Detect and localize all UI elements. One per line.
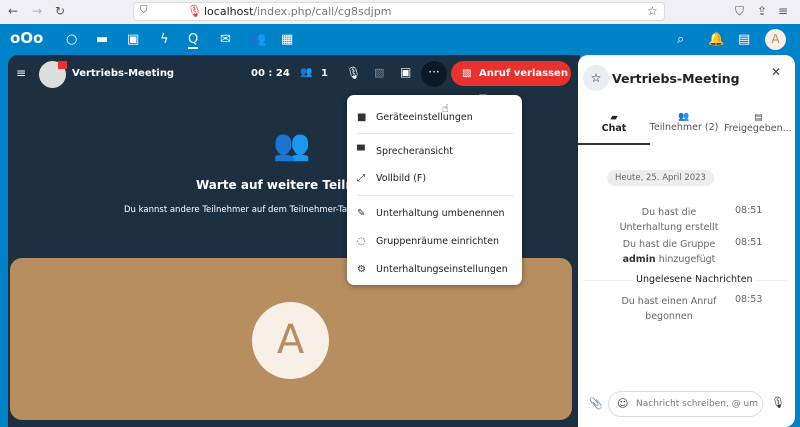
message-text: Du hast einen Anruf <box>621 296 717 307</box>
participant-avatar: A <box>252 302 329 379</box>
pocket-icon[interactable]: ⛉ <box>735 4 744 19</box>
calendar-icon[interactable]: ▦ <box>281 32 293 47</box>
call-duration: 00 : 24 <box>251 68 290 79</box>
talk-icon[interactable]: Q <box>188 32 199 49</box>
activity-icon[interactable]: ϟ <box>160 32 169 47</box>
folder-icon: ▤ <box>754 112 763 123</box>
browser-toolbar: ← → ↻ localhost/index.php/call/cg8sdjpm … <box>0 0 800 24</box>
files-icon[interactable]: ▬ <box>96 32 108 47</box>
chat-icon: ▰ <box>610 112 618 123</box>
more-actions-menu: ■ Geräteeinstellungen ▀ Sprecheransicht ⤢ V… <box>347 95 522 285</box>
divider <box>357 195 513 196</box>
system-message: Du hast die Unterhaltung erstellt <box>613 205 725 235</box>
participants-placeholder-icon: 👥 <box>273 128 311 163</box>
camera-off-icon[interactable]: ▧ <box>374 66 384 79</box>
recording-badge <box>58 61 67 69</box>
menu-item-label: Unterhaltung umbenennen <box>376 208 505 219</box>
mail-icon[interactable]: ✉ <box>220 32 231 47</box>
camera-off-icon: ▧ <box>462 68 472 79</box>
leave-call-button[interactable]: ▧Anruf verlassen ▼ <box>451 61 571 104</box>
url-path: /index.php/call/cg8sdjpm <box>253 5 392 18</box>
photos-icon[interactable]: ▣ <box>127 32 139 47</box>
url-host: localhost <box>204 5 254 18</box>
tab-chat[interactable]: ▰ Chat <box>578 110 650 145</box>
hamburger-icon[interactable]: ≡ <box>16 66 26 80</box>
message-text: begonnen <box>645 311 693 322</box>
waiting-title: Warte auf weitere Teilneh <box>196 178 371 192</box>
url-bar[interactable]: localhost/index.php/call/cg8sdjpm <box>133 2 665 21</box>
message-text: Du hast die <box>641 207 697 218</box>
menu-item-label: Unterhaltungseinstellungen <box>376 264 508 275</box>
mouse-cursor-icon: ☝ <box>442 102 449 115</box>
bookmark-star-icon[interactable]: ☆ <box>647 4 658 18</box>
microphone-icon[interactable]: 🎙 <box>346 66 361 80</box>
video-camera-icon: ■ <box>357 112 367 123</box>
microphone-icon[interactable]: 🎙 <box>771 396 785 409</box>
pencil-icon: ✎ <box>357 208 366 219</box>
menu-item-rename[interactable]: ✎ Unterhaltung umbenennen <box>347 208 522 219</box>
menu-item-label: Sprecheransicht <box>376 146 453 157</box>
dashboard-icon[interactable]: ○ <box>66 32 77 47</box>
user-avatar[interactable]: A <box>765 29 786 50</box>
favorite-star-icon[interactable]: ☆ <box>583 65 609 91</box>
waiting-subtitle: Du kannst andere Teilnehmer auf dem Teil… <box>124 205 348 215</box>
tab-label: Teilnehmer (2) <box>649 122 719 133</box>
breakout-rooms-icon: ◌ <box>357 236 366 247</box>
fullscreen-icon: ⤢ <box>357 173 365 184</box>
menu-item-device-settings[interactable]: ■ Geräteeinstellungen <box>347 112 522 123</box>
nextcloud-header: oOo ○ ▬ ▣ ϟ Q ✉ 👥 ▦ ⌕ 🔔 ▤ A <box>0 24 800 55</box>
tab-label: Freigegeben... <box>724 123 792 134</box>
message-text: Du hast die Gruppe <box>622 239 716 250</box>
emoji-icon[interactable]: ☺ <box>617 397 628 410</box>
gear-icon: ⚙ <box>357 264 366 275</box>
system-message: Du hast einen Anruf begonnen <box>613 294 725 324</box>
menu-item-label: Gruppenräume einrichten <box>376 236 499 247</box>
tab-label: Chat <box>601 123 627 134</box>
microphone-icon[interactable]: 🎙 <box>187 4 202 18</box>
message-text: hinzugefügt <box>655 254 716 265</box>
date-separator: Heute, 25. April 2023 <box>607 170 714 186</box>
menu-item-fullscreen[interactable]: ⤢ Vollbild (F) <box>347 173 522 184</box>
message-time: 08:51 <box>735 237 763 248</box>
message-time: 08:51 <box>735 205 763 216</box>
system-message: Du hast die Gruppe admin hinzugefügt <box>613 237 725 267</box>
nextcloud-logo-icon[interactable]: oOo <box>10 29 43 47</box>
message-placeholder: Nachricht schreiben, @ um <box>636 399 759 409</box>
search-icon[interactable]: ⌕ <box>677 32 684 47</box>
screen-share-icon[interactable]: ▣ <box>400 65 411 79</box>
conversation-sidebar: ☆ Vertriebs-Meeting ✕ ▰ Chat 👥 Teilnehmer … <box>578 55 795 427</box>
message-input[interactable]: ☺ Nachricht schreiben, @ um <box>608 391 763 417</box>
conversation-avatar <box>39 61 67 88</box>
sidebar-title: Vertriebs-Meeting <box>612 71 740 86</box>
participants-icon: 👥 <box>678 112 690 122</box>
menu-item-breakout-rooms[interactable]: ◌ Gruppenräume einrichten <box>347 236 522 247</box>
contacts-icon[interactable]: 👥 <box>250 32 266 47</box>
tab-shared[interactable]: ▤ Freigegeben... <box>720 112 800 134</box>
shield-icon[interactable]: ⛉ <box>140 5 148 16</box>
menu-item-speaker-view[interactable]: ▀ Sprecheransicht <box>347 146 522 157</box>
divider <box>357 133 513 134</box>
mention: admin <box>622 254 656 265</box>
call-title: Vertriebs-Meeting <box>72 68 175 79</box>
menu-item-conversation-settings[interactable]: ⚙ Unterhaltungseinstellungen <box>347 264 522 275</box>
attachment-icon[interactable]: 📎 <box>589 397 603 410</box>
close-icon[interactable]: ✕ <box>771 65 781 79</box>
message-time: 08:53 <box>735 294 763 305</box>
more-actions-button[interactable]: ··· <box>421 61 447 87</box>
contacts-menu-icon[interactable]: ▤ <box>738 32 750 47</box>
reload-icon[interactable]: ↻ <box>55 4 65 18</box>
message-text: Unterhaltung erstellt <box>619 222 719 233</box>
menu-item-label: Vollbild (F) <box>376 173 427 184</box>
participant-count: 1 <box>321 68 328 79</box>
extensions-icon[interactable]: ⇪ <box>757 4 767 18</box>
menu-icon[interactable]: ≡ <box>778 4 788 18</box>
back-icon[interactable]: ← <box>8 4 18 18</box>
tab-participants[interactable]: 👥 Teilnehmer (2) <box>648 112 720 133</box>
menu-item-label: Geräteeinstellungen <box>376 112 473 123</box>
forward-icon[interactable]: → <box>32 4 42 18</box>
notifications-icon[interactable]: 🔔 <box>708 32 724 47</box>
unread-marker: Ungelesene Nachrichten <box>633 274 756 285</box>
speaker-view-icon: ▀ <box>357 146 365 157</box>
participants-icon[interactable]: 👥 <box>300 67 312 78</box>
